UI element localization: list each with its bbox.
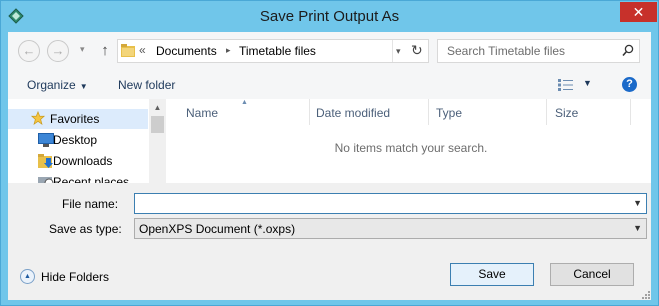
search-placeholder[interactable]: Search Timetable files xyxy=(447,44,565,58)
close-button[interactable]: ✕ xyxy=(620,2,657,22)
refresh-icon[interactable]: ↻ xyxy=(411,42,423,59)
search-box[interactable]: Search Timetable files xyxy=(437,39,640,63)
column-divider[interactable] xyxy=(309,99,310,125)
save-as-type-value[interactable]: OpenXPS Document (*.oxps) xyxy=(139,222,295,236)
dialog-client-area: ← → ▾ ↑ « Documents ▸ Timetable files ▾ … xyxy=(8,32,651,300)
new-folder-button[interactable]: New folder xyxy=(118,78,175,92)
save-dialog-window: Save Print Output As ✕ ← → ▾ ↑ « Documen… xyxy=(0,0,659,306)
breadcrumb-separator-icon[interactable]: ▸ xyxy=(226,45,231,56)
organize-button[interactable]: Organize ▼ xyxy=(27,78,88,92)
breadcrumb-timetable-files[interactable]: Timetable files xyxy=(239,44,316,58)
scroll-up-icon[interactable]: ▲ xyxy=(149,99,166,116)
address-history-chevron-icon[interactable]: ▾ xyxy=(396,46,401,57)
organize-label: Organize xyxy=(27,78,76,92)
view-options-chevron-icon[interactable]: ▼ xyxy=(583,78,592,88)
star-icon xyxy=(30,111,46,125)
desktop-icon xyxy=(38,133,54,147)
scrollbar-thumb[interactable] xyxy=(151,116,164,133)
address-divider xyxy=(392,40,393,62)
navigation-pane-scrollbar[interactable]: ▲ xyxy=(149,99,166,183)
save-as-type-label: Save as type: xyxy=(49,222,122,236)
navigation-row: ← → ▾ ↑ « Documents ▸ Timetable files ▾ … xyxy=(8,32,651,72)
recent-locations-chevron-icon[interactable]: ▾ xyxy=(80,44,85,55)
chevron-up-icon: ▲ xyxy=(20,269,35,284)
column-divider[interactable] xyxy=(428,99,429,125)
sidebar-item-label: Downloads xyxy=(53,154,113,168)
file-name-chevron-down-icon[interactable]: ▼ xyxy=(633,198,642,208)
back-button[interactable]: ← xyxy=(18,40,40,62)
folder-icon xyxy=(121,44,135,57)
sidebar-item-downloads[interactable]: Downloads xyxy=(8,151,148,171)
column-divider[interactable] xyxy=(546,99,547,125)
title-bar[interactable]: Save Print Output As ✕ xyxy=(1,1,658,32)
command-bar: Organize ▼ New folder ▼ ? xyxy=(8,72,651,99)
up-button[interactable]: ↑ xyxy=(97,40,113,62)
window-title: Save Print Output As xyxy=(259,8,400,25)
search-icon[interactable] xyxy=(622,44,634,57)
sidebar-item-label: Desktop xyxy=(53,133,98,147)
resize-grip-icon[interactable] xyxy=(641,290,650,299)
file-list-pane: ▲ Name Date modified Type Size No items … xyxy=(166,99,651,183)
downloads-icon xyxy=(38,154,53,168)
cancel-button[interactable]: Cancel xyxy=(550,263,634,286)
address-bar[interactable]: « Documents ▸ Timetable files ▾ ↻ xyxy=(117,39,429,63)
column-header-size[interactable]: Size xyxy=(555,106,578,120)
save-form: File name: ▼ Save as type: OpenXPS Docum… xyxy=(8,183,651,300)
save-as-type-chevron-down-icon[interactable]: ▼ xyxy=(633,223,642,233)
file-name-field[interactable]: ▼ xyxy=(134,193,647,214)
help-icon[interactable]: ? xyxy=(622,77,637,92)
column-header-date-modified[interactable]: Date modified xyxy=(316,106,390,120)
breadcrumb-documents[interactable]: Documents xyxy=(156,44,217,58)
sidebar-item-label: Favorites xyxy=(50,112,100,126)
breadcrumb-overflow[interactable]: « xyxy=(139,43,146,57)
empty-results-message: No items match your search. xyxy=(334,141,488,155)
navigation-pane: Favorites Desktop Downloads Recent place… xyxy=(8,99,166,189)
chevron-down-icon: ▼ xyxy=(79,82,88,91)
sidebar-item-favorites[interactable]: Favorites xyxy=(8,109,148,129)
column-divider[interactable] xyxy=(630,99,631,125)
column-header-name[interactable]: Name xyxy=(186,106,218,120)
hide-folders-label: Hide Folders xyxy=(41,270,110,284)
change-view-icon[interactable] xyxy=(558,79,574,91)
save-as-type-select[interactable]: OpenXPS Document (*.oxps) ▼ xyxy=(134,218,647,239)
file-name-label: File name: xyxy=(62,197,119,211)
save-button[interactable]: Save xyxy=(450,263,534,286)
sort-ascending-icon: ▲ xyxy=(241,99,248,106)
column-header-type[interactable]: Type xyxy=(436,106,462,120)
sidebar-item-desktop[interactable]: Desktop xyxy=(8,130,148,150)
forward-button[interactable]: → xyxy=(47,40,69,62)
